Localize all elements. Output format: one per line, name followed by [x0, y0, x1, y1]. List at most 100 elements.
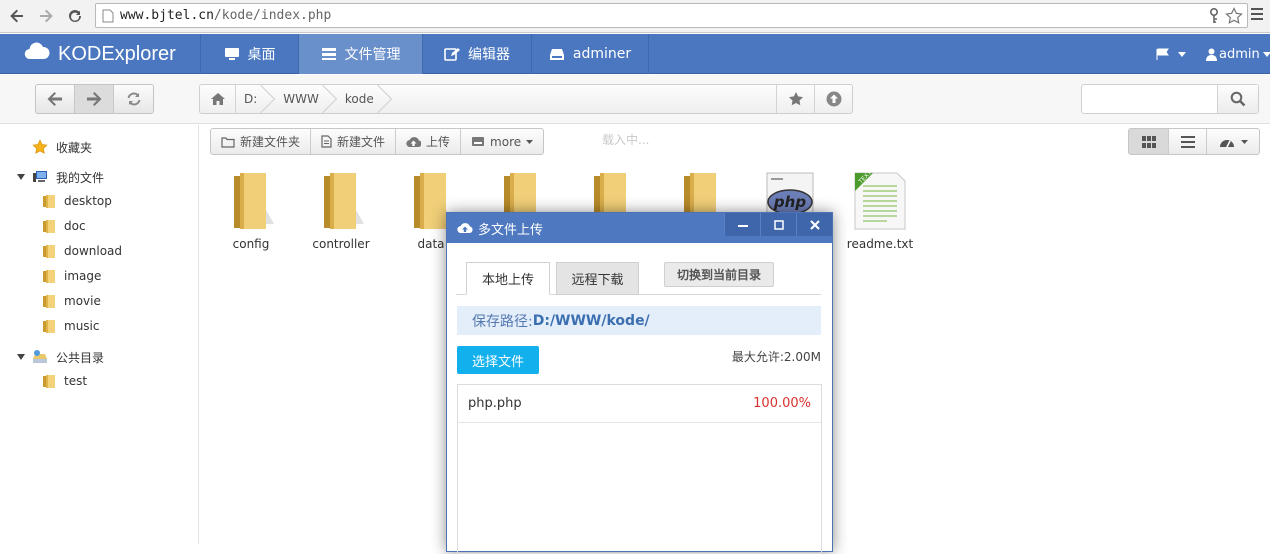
close-icon	[809, 219, 820, 230]
more-button[interactable]: more	[461, 129, 543, 154]
path-toolbar: D: WWW kode	[0, 75, 1270, 124]
breadcrumb-item[interactable]: WWW	[267, 85, 329, 113]
forward-icon[interactable]	[35, 5, 57, 27]
caret-down-icon	[1178, 51, 1186, 57]
dialog-titlebar[interactable]: 多文件上传	[447, 213, 832, 243]
tab-local-upload[interactable]: 本地上传	[466, 262, 550, 295]
nav-adminer[interactable]: adminer	[531, 34, 649, 74]
back-icon[interactable]	[6, 5, 28, 27]
breadcrumb-home-button[interactable]	[200, 85, 236, 113]
maximize-icon	[773, 219, 784, 230]
breadcrumb: D: WWW kode	[199, 84, 853, 114]
tree-toggle-icon[interactable]	[17, 354, 25, 360]
sidebar-folder[interactable]: music	[42, 316, 99, 336]
sidebar-folder[interactable]: test	[42, 371, 87, 391]
brand-name: KODExplorer	[58, 42, 176, 65]
history-back-button[interactable]	[36, 85, 75, 113]
sidebar-folder[interactable]: image	[42, 266, 101, 286]
home-icon	[210, 93, 225, 105]
new-folder-button[interactable]: 新建文件夹	[211, 129, 312, 154]
file-item[interactable]: TEXT readme.txt	[840, 169, 920, 251]
folder-icon	[43, 195, 55, 208]
nav-desktop[interactable]: 桌面	[200, 34, 298, 74]
sidebar-folder-label: desktop	[64, 194, 112, 208]
brand-logo[interactable]: KODExplorer	[24, 34, 176, 74]
file-manager-icon	[321, 48, 336, 60]
sidebar-item-label: 公共目录	[56, 350, 105, 365]
grid-icon	[1141, 135, 1156, 148]
sidebar-item-favorites[interactable]: 收藏夹	[32, 137, 92, 157]
file-name: config	[232, 237, 270, 251]
user-menu[interactable]: admin	[1206, 34, 1270, 74]
sidebar-folder[interactable]: movie	[42, 291, 101, 311]
maximize-button[interactable]	[760, 213, 796, 236]
caret-down-icon	[1240, 139, 1248, 144]
address-bar[interactable]: www.bjtel.cn/kode/index.php	[95, 3, 1248, 28]
sidebar-folder-label: music	[64, 319, 100, 333]
flag-icon	[1156, 48, 1169, 60]
sidebar: 收藏夹 我的文件 desktop doc download image movi…	[0, 125, 199, 544]
url-text: www.bjtel.cn/kode/index.php	[120, 8, 332, 23]
sidebar-folder[interactable]: desktop	[42, 191, 112, 211]
nav-file-manager[interactable]: 文件管理	[298, 34, 422, 74]
file-icon	[321, 135, 332, 148]
upload-button[interactable]: 上传	[396, 129, 462, 154]
sidebar-folder[interactable]: download	[42, 241, 122, 261]
tab-remote-download[interactable]: 远程下载	[556, 262, 639, 295]
sidebar-item-label: 收藏夹	[56, 140, 93, 155]
theme-menu-button[interactable]	[1207, 129, 1259, 154]
bookmark-star-icon[interactable]	[1225, 7, 1243, 28]
refresh-icon	[127, 92, 140, 106]
notifications-menu[interactable]	[1156, 34, 1186, 74]
list-view-button[interactable]	[1169, 129, 1207, 154]
switch-to-current-dir-button[interactable]: 切换到当前目录	[664, 262, 775, 287]
tree-toggle-icon[interactable]	[17, 174, 25, 180]
sidebar-folder[interactable]: doc	[42, 216, 86, 236]
new-file-button[interactable]: 新建文件	[311, 129, 397, 154]
sidebar-item-public[interactable]: 公共目录	[32, 347, 104, 367]
edit-icon	[444, 48, 460, 61]
max-size-text: 最大允许:2.00M	[731, 350, 821, 364]
breadcrumb-item[interactable]: D:	[236, 85, 267, 113]
new-folder-label: 新建文件夹	[240, 135, 301, 149]
upload-row: php.php 100.00%	[458, 385, 821, 423]
sidebar-item-my-files[interactable]: 我的文件	[32, 167, 104, 187]
close-button[interactable]	[796, 213, 832, 236]
username: admin	[1219, 46, 1260, 62]
dialog-title: 多文件上传	[478, 222, 544, 238]
nav-editor[interactable]: 编辑器	[422, 34, 531, 74]
breadcrumb-item[interactable]: kode	[329, 85, 384, 113]
file-name: readme.txt	[846, 237, 914, 251]
reload-icon[interactable]	[64, 5, 86, 27]
choose-file-button[interactable]: 选择文件	[457, 346, 539, 374]
dialog-tabs: 本地上传 远程下载 切换到当前目录	[456, 262, 821, 295]
save-path-label: 保存路径:	[472, 313, 533, 330]
folder-icon	[324, 173, 364, 229]
text-file-icon: TEXT	[854, 169, 906, 230]
folder-icon	[43, 375, 55, 388]
file-item[interactable]: controller	[301, 170, 381, 251]
history-forward-button[interactable]	[75, 85, 114, 113]
parent-dir-button[interactable]	[814, 85, 852, 113]
upload-list: php.php 100.00%	[457, 384, 822, 554]
dashboard-icon	[1219, 139, 1234, 147]
search-input[interactable]	[1081, 84, 1259, 114]
grid-view-button[interactable]	[1129, 129, 1169, 154]
minimize-button[interactable]	[724, 213, 760, 236]
computer-icon	[33, 171, 47, 182]
search-button[interactable]	[1217, 85, 1258, 113]
arrow-left-icon	[47, 92, 62, 106]
folder-icon	[43, 295, 55, 308]
browser-menu-icon[interactable]	[1250, 7, 1264, 24]
folder-icon	[43, 270, 55, 283]
network-drive-icon	[33, 350, 47, 363]
key-icon[interactable]	[1209, 7, 1219, 27]
favorite-button[interactable]	[776, 85, 814, 113]
file-item[interactable]: config	[211, 170, 291, 251]
folder-outline-icon	[221, 136, 235, 148]
star-icon	[788, 92, 803, 106]
search-icon	[1230, 91, 1246, 107]
folder-icon	[43, 245, 55, 258]
upload-dialog: 多文件上传 本地上传 远程下载 切换到当前目录 保存路径: D:/WWW/kode…	[446, 212, 833, 554]
refresh-button[interactable]	[114, 85, 153, 113]
